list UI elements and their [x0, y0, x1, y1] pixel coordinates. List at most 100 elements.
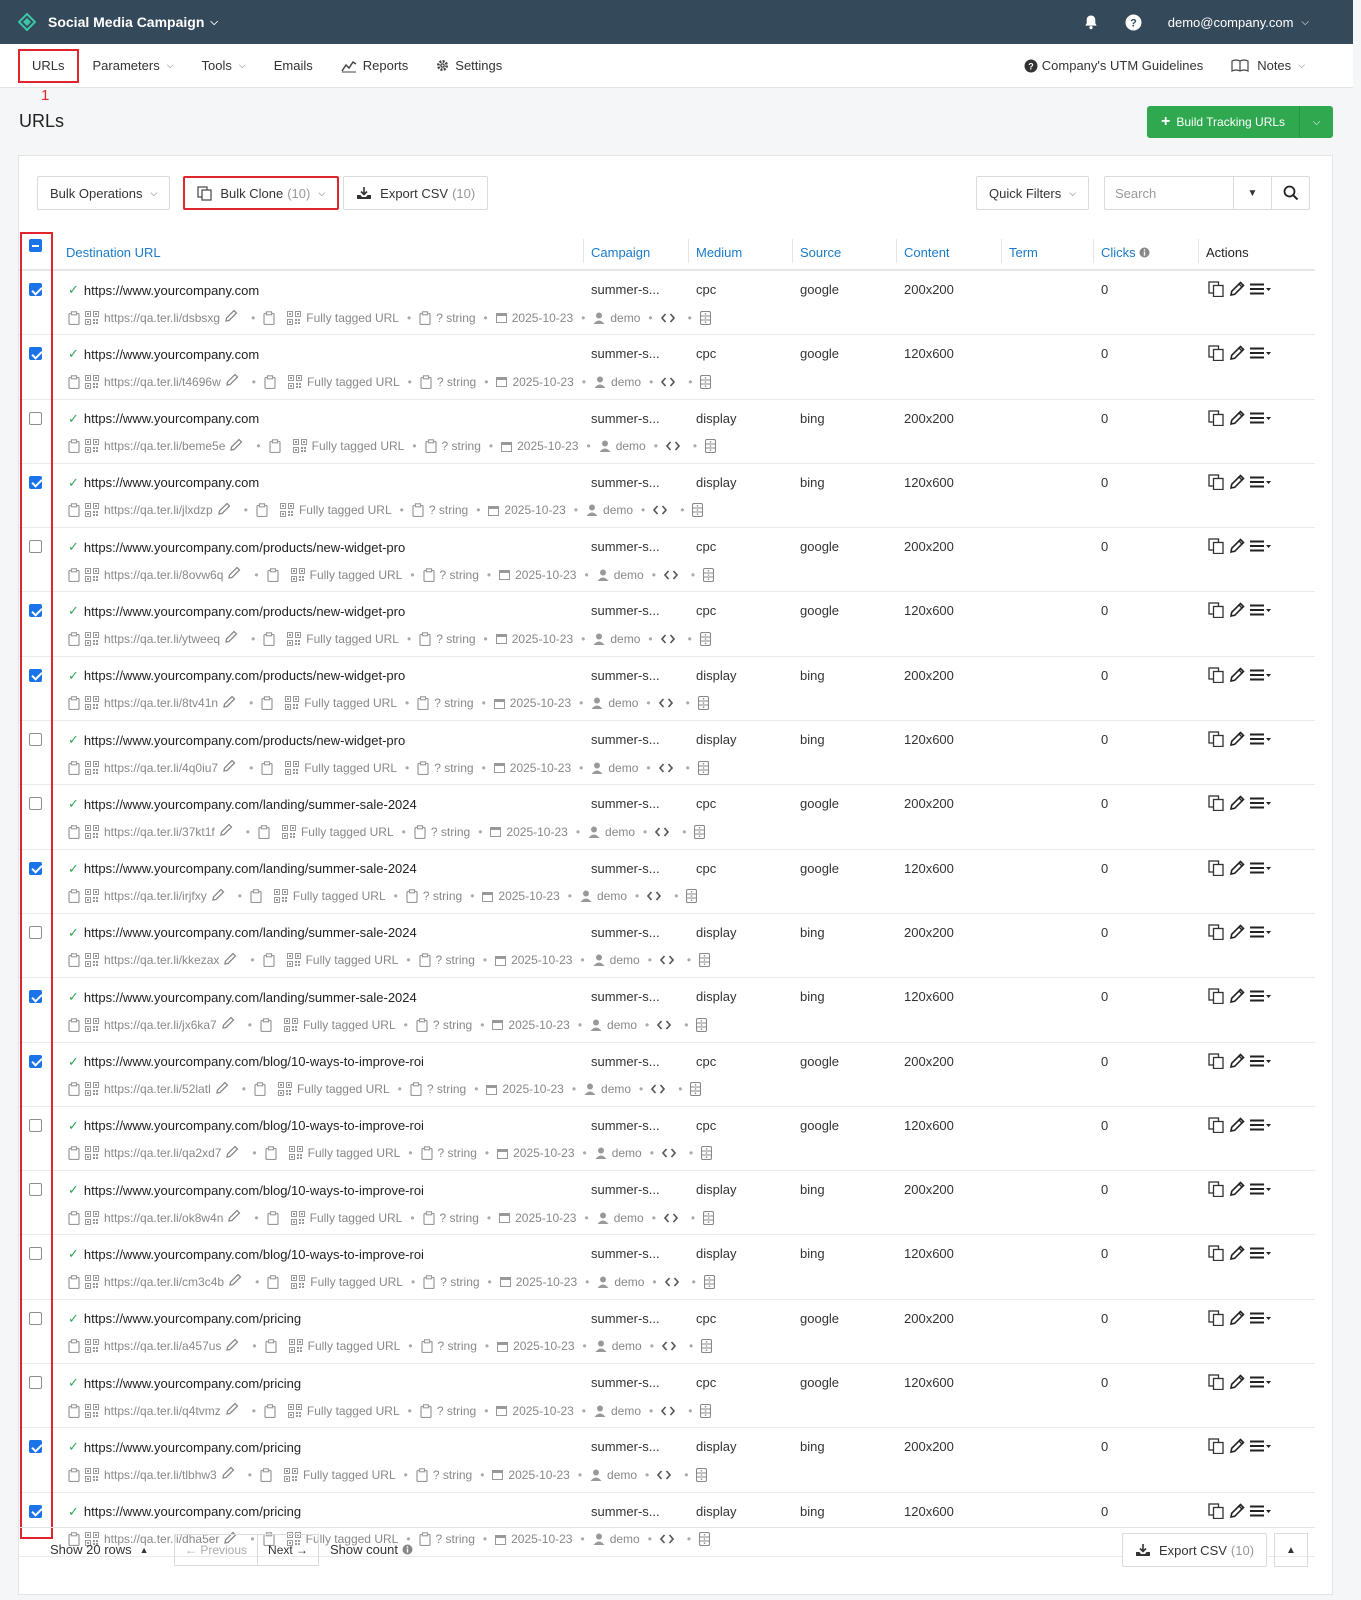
copy-icon[interactable]	[68, 632, 80, 646]
clone-row-button[interactable]	[1208, 345, 1224, 362]
copy-icon[interactable]	[419, 632, 431, 646]
row-menu-button[interactable]	[1250, 1119, 1272, 1131]
code-icon[interactable]	[659, 955, 674, 965]
code-icon[interactable]	[653, 505, 668, 515]
code-icon[interactable]	[661, 1148, 676, 1158]
col-campaign[interactable]: Campaign	[582, 233, 650, 271]
copy-icon[interactable]	[254, 1082, 266, 1097]
destination-url[interactable]: ✓ https://www.yourcompany.com	[68, 411, 259, 427]
row-menu-button[interactable]	[1250, 412, 1272, 424]
export-csv-button[interactable]: Export CSV (10)	[343, 176, 489, 210]
database-icon[interactable]	[697, 696, 709, 711]
pencil-icon[interactable]	[227, 566, 241, 580]
nav-parameters[interactable]: Parameters ⌵	[79, 44, 188, 88]
qr-code-icon[interactable]	[85, 1017, 99, 1032]
qr-code-icon[interactable]	[292, 439, 307, 454]
copy-icon[interactable]	[261, 760, 273, 775]
copy-icon[interactable]	[68, 889, 80, 904]
build-options-dropdown[interactable]: ⌵	[1299, 106, 1334, 138]
copy-icon[interactable]	[420, 1339, 433, 1354]
edit-row-button[interactable]	[1229, 538, 1245, 554]
row-menu-button[interactable]	[1250, 1183, 1272, 1195]
copy-icon[interactable]	[261, 696, 273, 711]
edit-row-button[interactable]	[1229, 474, 1245, 490]
copy-icon[interactable]	[267, 1210, 279, 1225]
copy-icon[interactable]	[264, 1403, 276, 1418]
edit-row-button[interactable]	[1229, 281, 1245, 297]
row-checkbox[interactable]	[29, 411, 42, 425]
previous-page-button[interactable]: ← Previous	[174, 1534, 259, 1566]
destination-url[interactable]: ✓ https://www.yourcompany.com/landing/sum…	[68, 861, 417, 877]
qr-code-icon[interactable]	[290, 1210, 305, 1225]
clone-row-button[interactable]	[1208, 667, 1224, 683]
destination-url[interactable]: ✓ https://www.yourcompany.com/pricing	[68, 1311, 301, 1327]
copy-icon[interactable]	[68, 1018, 80, 1032]
copy-icon[interactable]	[68, 1275, 80, 1289]
pencil-icon[interactable]	[229, 438, 243, 452]
qr-code-icon[interactable]	[85, 1339, 99, 1354]
pencil-icon[interactable]	[222, 695, 236, 709]
code-icon[interactable]	[660, 312, 675, 323]
edit-row-button[interactable]	[1229, 667, 1245, 683]
qr-code-icon[interactable]	[288, 1339, 303, 1354]
col-clicks[interactable]: Clicks	[1093, 233, 1150, 271]
code-icon[interactable]	[658, 698, 673, 708]
qr-code-icon[interactable]	[85, 1403, 99, 1418]
edit-row-button[interactable]	[1229, 1181, 1245, 1197]
short-url[interactable]: https://qa.ter.li/t4696w	[104, 375, 221, 389]
select-all-checkbox[interactable]	[29, 239, 42, 252]
clone-row-button[interactable]	[1208, 474, 1224, 490]
database-icon[interactable]	[703, 1210, 715, 1225]
destination-url[interactable]: ✓ https://www.yourcompany.com/products/ne…	[68, 603, 405, 619]
short-url[interactable]: https://qa.ter.li/beme5e	[104, 439, 225, 453]
pencil-icon[interactable]	[225, 1402, 239, 1416]
copy-icon[interactable]	[265, 1339, 277, 1354]
short-url[interactable]: https://qa.ter.li/8ovw6q	[104, 568, 223, 582]
qr-code-icon[interactable]	[85, 310, 99, 325]
row-menu-button[interactable]	[1250, 797, 1272, 809]
edit-row-button[interactable]	[1229, 924, 1245, 940]
short-url[interactable]: https://qa.ter.li/tlbhw3	[104, 1468, 217, 1482]
copy-icon[interactable]	[68, 1468, 80, 1482]
copy-icon[interactable]	[412, 503, 424, 518]
copy-icon[interactable]	[416, 1468, 428, 1482]
row-checkbox[interactable]	[29, 1118, 42, 1132]
pencil-icon[interactable]	[211, 888, 225, 902]
copy-icon[interactable]	[419, 310, 431, 325]
pencil-icon[interactable]	[221, 1466, 235, 1480]
quick-filters-button[interactable]: Quick Filters ⌵	[976, 176, 1090, 210]
row-menu-button[interactable]	[1250, 733, 1272, 745]
row-checkbox[interactable]	[29, 347, 42, 361]
database-icon[interactable]	[703, 567, 715, 582]
qr-code-icon[interactable]	[85, 1467, 99, 1482]
utm-guidelines-link[interactable]: ? Company's UTM Guidelines	[1010, 44, 1217, 88]
destination-url[interactable]: ✓ https://www.yourcompany.com/landing/sum…	[68, 796, 417, 812]
short-url[interactable]: https://qa.ter.li/37kt1f	[104, 825, 215, 839]
rows-per-page-selector[interactable]: Show 20 rows ▲	[50, 1542, 149, 1557]
copy-icon[interactable]	[417, 696, 429, 711]
qr-code-icon[interactable]	[85, 439, 99, 454]
pencil-icon[interactable]	[225, 1145, 239, 1159]
copy-icon[interactable]	[420, 1403, 432, 1418]
nav-emails[interactable]: Emails	[260, 44, 327, 88]
clone-row-button[interactable]	[1208, 409, 1224, 426]
short-url[interactable]: https://qa.ter.li/qa2xd7	[104, 1146, 221, 1160]
copy-icon[interactable]	[256, 503, 268, 518]
clone-row-button[interactable]	[1208, 1052, 1224, 1069]
row-menu-button[interactable]	[1250, 1312, 1272, 1324]
clone-row-button[interactable]	[1208, 731, 1224, 748]
copy-icon[interactable]	[68, 760, 80, 775]
qr-code-icon[interactable]	[85, 567, 99, 582]
destination-url[interactable]: ✓ https://www.yourcompany.com/pricing	[68, 1439, 301, 1455]
destination-url[interactable]: ✓ https://www.yourcompany.com/products/ne…	[68, 539, 405, 555]
copy-icon[interactable]	[263, 310, 275, 325]
copy-icon[interactable]	[422, 567, 435, 582]
row-checkbox[interactable]	[29, 861, 42, 875]
row-menu-button[interactable]	[1250, 283, 1272, 295]
clone-row-button[interactable]	[1208, 860, 1224, 876]
qr-code-icon[interactable]	[287, 374, 302, 389]
database-icon[interactable]	[705, 439, 717, 454]
clone-row-button[interactable]	[1208, 988, 1224, 1005]
qr-code-icon[interactable]	[85, 631, 99, 646]
edit-row-button[interactable]	[1229, 1374, 1245, 1390]
